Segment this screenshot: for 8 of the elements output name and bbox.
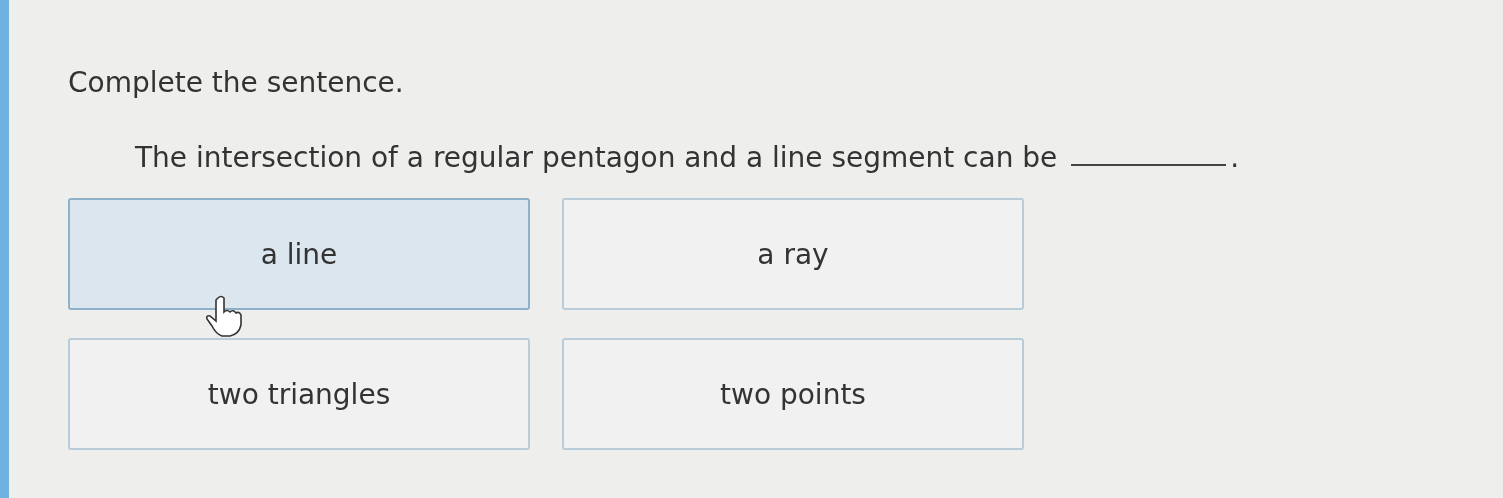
answer-option[interactable]: two triangles [68,338,530,450]
instruction-text: Complete the sentence. [68,66,405,99]
answer-option[interactable]: a ray [562,198,1024,310]
period-text: . [1230,141,1240,174]
question-text: The intersection of a regular pentagon and a line segment can be [135,141,1058,174]
answer-option[interactable]: two points [562,338,1024,450]
hand-cursor-icon [204,294,244,338]
answer-option[interactable]: a line [68,198,530,310]
